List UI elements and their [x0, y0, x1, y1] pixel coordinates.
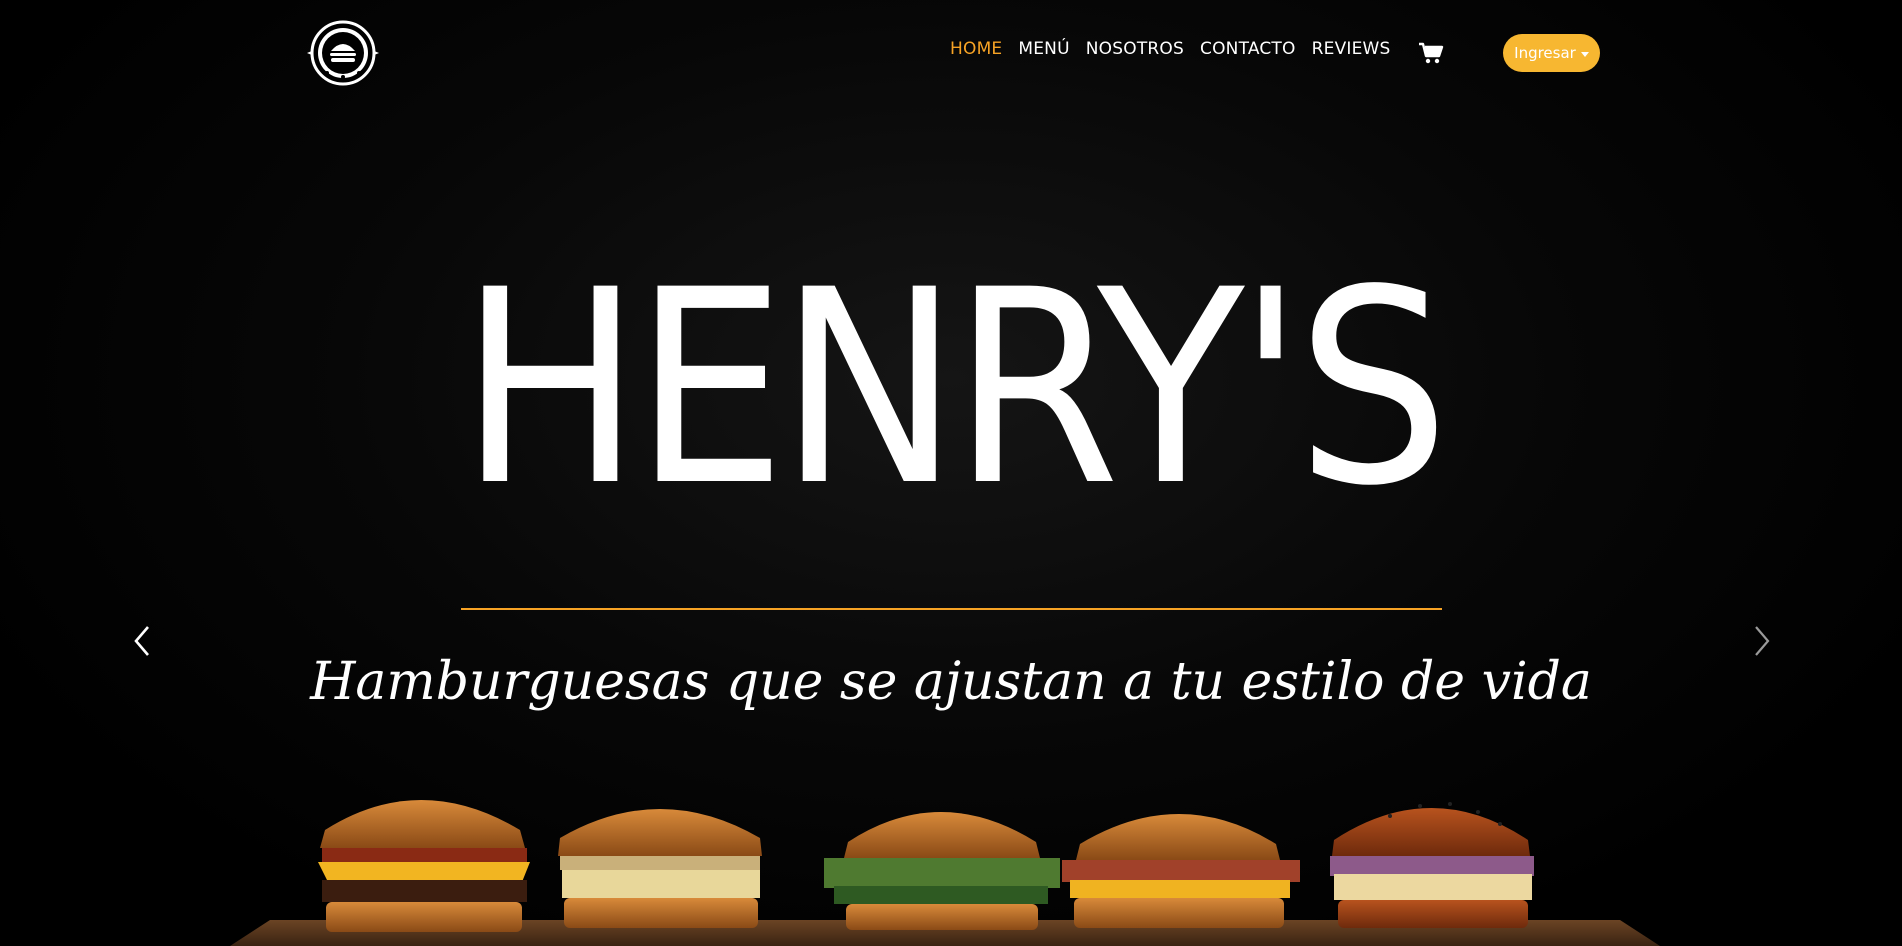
login-label: Ingresar — [1514, 44, 1576, 62]
burgers-image — [230, 800, 1660, 946]
brand-logo[interactable] — [305, 17, 381, 87]
chevron-left-icon — [134, 626, 149, 656]
hero-title: HENRY'S — [459, 233, 1450, 545]
nav-reviews-link[interactable]: REVIEWS — [1312, 39, 1391, 59]
main-nav: HOME MENÚ NOSOTROS CONTACTO REVIEWS — [950, 36, 1391, 62]
login-dropdown-button[interactable]: Ingresar — [1503, 34, 1600, 72]
shopping-cart-icon[interactable] — [1418, 41, 1444, 65]
navbar: HOME MENÚ NOSOTROS CONTACTO REVIEWS Ingr… — [0, 0, 1902, 104]
hero-carousel: HOME MENÚ NOSOTROS CONTACTO REVIEWS Ingr… — [0, 0, 1902, 946]
carousel-next-button[interactable] — [1748, 624, 1774, 658]
hero-tagline: Hamburguesas que se ajustan a tu estilo … — [310, 652, 1592, 712]
nav-contacto-link[interactable]: CONTACTO — [1200, 39, 1296, 59]
logo-emblem-icon — [307, 20, 379, 86]
caret-down-icon — [1580, 51, 1589, 57]
hero-divider — [461, 608, 1442, 610]
nav-menu-link[interactable]: MENÚ — [1018, 39, 1069, 59]
chevron-right-icon — [1755, 626, 1770, 656]
carousel-prev-button[interactable] — [130, 624, 156, 658]
nav-home-link[interactable]: HOME — [950, 39, 1002, 59]
nav-nosotros-link[interactable]: NOSOTROS — [1086, 39, 1184, 59]
